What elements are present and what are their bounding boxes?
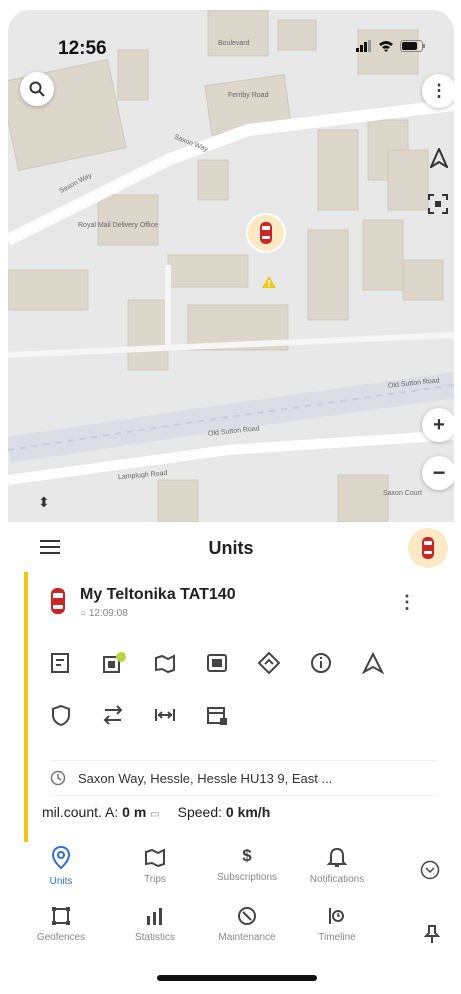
fit-bounds-button[interactable] [428,194,448,220]
nav-geofences[interactable]: Geofences [13,906,109,943]
geofence-icon [52,907,70,925]
car-icon [51,588,65,614]
home-indicator[interactable] [157,975,317,981]
trips-button[interactable] [154,648,206,678]
unit-address-row[interactable]: Saxon Way, Hessle, Hessle HU13 9, East .… [50,760,438,796]
nav-timeline[interactable]: Timeline [289,906,385,943]
triangle-icon [362,652,384,674]
street-label: Ferriby Road [228,92,269,99]
mileage-counter: mil.count. A: 0 m ▭ [42,804,160,820]
unit-marker[interactable] [246,213,286,253]
car-icon [260,222,272,244]
wifi-icon [379,41,393,52]
status-icons [356,40,426,52]
history-icon [50,770,66,786]
unit-name: My Teltonika TAT140 [80,586,236,603]
odometer-icon: ▭ [150,809,160,820]
warning-triangle-icon [262,276,276,288]
distance-icon [155,709,175,721]
warning-marker[interactable] [261,275,277,294]
timeline-icon [329,908,344,924]
map-menu-button[interactable]: ⋮ [422,74,454,108]
clock-icon: ○ [80,608,89,619]
panel-title: Units [208,537,254,558]
map-tiles [8,10,454,522]
nav-statistics[interactable]: Statistics [107,906,203,943]
minus-icon: − [432,460,446,485]
units-panel: Units My Teltonika TAT140 ○ 12:09:08 ⋮ S… [8,522,454,842]
battery-icon [400,40,425,52]
info-button[interactable] [310,648,362,678]
unit-actions-row-2 [50,700,258,730]
commands-icon [103,705,123,725]
schedule-button[interactable] [206,700,258,730]
unit-header: My Teltonika TAT140 ○ 12:09:08 [50,586,236,619]
shield-icon [52,704,70,726]
bottom-navigation: Units Trips $ Subscriptions Notification… [8,842,454,962]
nav-trips[interactable]: Trips [107,846,203,885]
unit-metrics: mil.count. A: 0 m ▭ Speed: 0 km/h [42,804,270,820]
statistics-icon [147,908,162,925]
dollar-icon: $ [242,846,252,865]
report-button[interactable] [50,648,102,678]
unit-status-button[interactable] [102,648,154,678]
chevron-down-circle-icon [420,860,440,880]
calendar-icon [207,707,227,725]
search-icon [29,81,45,97]
unit-badge-icon [103,652,126,673]
security-button[interactable] [50,700,102,730]
unit-address: Saxon Way, Hessle, Hessle HU13 9, East .… [78,770,333,786]
panel-header: Units [8,522,454,574]
trips-icon [145,848,165,868]
poi-label: Saxon Court [383,490,422,497]
gallery-button[interactable] [206,648,258,678]
info-icon [311,653,331,673]
car-icon [422,537,434,559]
unit-card[interactable]: My Teltonika TAT140 ○ 12:09:08 ⋮ Saxon W… [24,572,442,842]
poi-label: Royal Mail Delivery Office [78,222,159,229]
commands-button[interactable] [102,700,154,730]
nav-subscriptions[interactable]: $ Subscriptions [199,846,295,883]
navigate-icon [258,652,280,674]
bell-icon [327,847,347,867]
gallery-icon [207,654,227,672]
compass-button[interactable] [428,146,450,174]
direction-button[interactable] [362,648,414,678]
menu-button[interactable] [40,540,60,558]
trips-icon [155,654,175,674]
pin-button[interactable] [423,924,441,949]
search-button[interactable] [20,72,54,106]
maintenance-icon [238,907,256,925]
kebab-icon: ⋮ [430,81,448,100]
map-view[interactable]: Saxon Way Saxon Way Royal Mail Delivery … [8,10,454,522]
selected-unit-button[interactable] [408,528,448,568]
collapse-button[interactable] [420,860,440,885]
zoom-in-button[interactable]: + [422,408,454,442]
unit-more-button[interactable]: ⋮ [398,592,416,613]
zoom-out-button[interactable]: − [422,456,454,490]
nav-maintenance[interactable]: Maintenance [199,906,295,943]
plus-icon: + [433,413,445,436]
unit-last-update: ○ 12:09:08 [80,608,128,619]
speed-readout: Speed: 0 km/h [177,804,271,820]
status-time: 12:56 [58,38,107,59]
fit-screen-icon [428,194,448,214]
street-label: Boulevard [218,40,250,47]
nav-notifications[interactable]: Notifications [289,846,385,885]
pin-small-icon: ⬍ [38,494,50,510]
unit-actions-row-1 [50,648,414,678]
kebab-icon: ⋮ [398,592,416,612]
navigate-button[interactable] [258,648,310,678]
report-icon [51,653,69,673]
distance-button[interactable] [154,700,206,730]
location-pin-icon [51,846,71,870]
nav-units[interactable]: Units [13,846,109,887]
signal-icon [356,40,371,52]
navigation-arrow-icon [428,146,450,170]
pin-icon [423,925,441,943]
